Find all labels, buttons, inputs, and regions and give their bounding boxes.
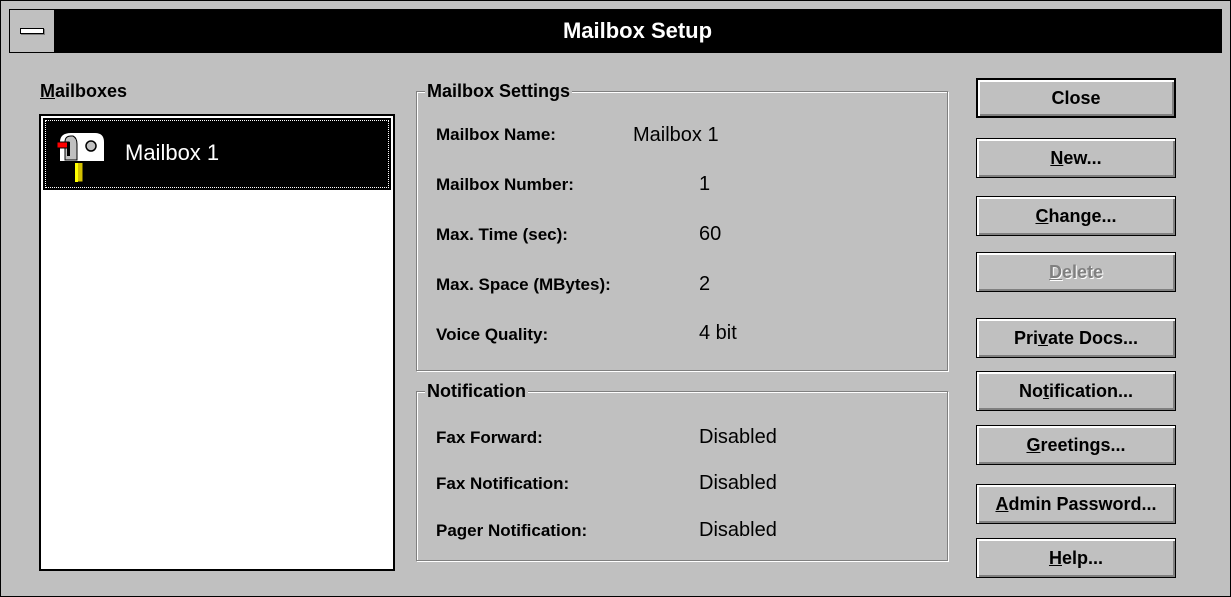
greetings-button-mnemonic: G — [1026, 435, 1041, 455]
pager-notification-label: Pager Notification: — [436, 521, 588, 540]
help-button-mnemonic: H — [1048, 548, 1062, 568]
voice-quality-label: Voice Quality: — [436, 325, 549, 344]
admin-password-button-mnemonic: A — [995, 494, 1009, 514]
max-time-label: Max. Time (sec): — [436, 225, 568, 244]
mailboxes-label-rest: ailboxes — [55, 81, 128, 101]
private-docs-button-post: ate Docs... — [1047, 328, 1139, 348]
pager-notification-value: Disabled — [699, 519, 777, 541]
system-menu-button[interactable] — [9, 9, 55, 53]
help-button-post: elp... — [1061, 548, 1103, 568]
greetings-button-post: reetings... — [1040, 435, 1126, 455]
fax-forward-label: Fax Forward: — [436, 428, 543, 447]
mailbox-name-value: Mailbox 1 — [633, 124, 719, 146]
new-button-post: ew... — [1063, 148, 1102, 168]
delete-button-mnemonic: D — [1048, 262, 1062, 282]
fax-notification-value: Disabled — [699, 472, 777, 494]
change-button-mnemonic: C — [1035, 206, 1049, 226]
list-item[interactable]: Mailbox 1 — [43, 118, 391, 190]
greetings-button[interactable]: Greetings... — [976, 425, 1176, 465]
mailboxes-listbox[interactable]: Mailbox 1 — [39, 114, 395, 571]
close-button-label: Close — [1051, 88, 1101, 108]
window-title: Mailbox Setup — [562, 18, 713, 43]
new-button-mnemonic: N — [1050, 148, 1064, 168]
private-docs-button-pre: Pri — [1013, 328, 1038, 348]
max-time-value: 60 — [699, 223, 722, 245]
delete-button[interactable]: Delete — [976, 252, 1176, 292]
mailbox-number-value: 1 — [699, 173, 711, 195]
mailboxes-label-mnemonic: M — [40, 81, 55, 101]
change-button[interactable]: Change... — [976, 196, 1176, 236]
max-space-label: Max. Space (MBytes): — [436, 275, 611, 294]
fax-notification-label: Fax Notification: — [436, 474, 570, 493]
private-docs-button-mnemonic: v — [1037, 328, 1048, 348]
title-bar[interactable]: Mailbox Setup — [9, 9, 1222, 53]
notification-title: Notification — [425, 381, 528, 402]
private-docs-button[interactable]: Private Docs... — [976, 318, 1176, 358]
help-button[interactable]: Help... — [976, 538, 1176, 578]
new-button[interactable]: New... — [976, 138, 1176, 178]
mailbox-settings-title: Mailbox Settings — [425, 81, 573, 102]
delete-button-post: elete — [1061, 262, 1104, 282]
system-menu-icon — [20, 28, 44, 34]
notification-button-pre: No — [1018, 381, 1043, 401]
admin-password-button[interactable]: Admin Password... — [976, 484, 1176, 524]
voice-quality-value: 4 bit — [699, 322, 737, 344]
notification-button[interactable]: Notification... — [976, 371, 1176, 411]
admin-password-button-post: dmin Password... — [1008, 494, 1157, 514]
list-item-label: Mailbox 1 — [125, 140, 220, 165]
mailbox-icon — [56, 131, 106, 183]
max-space-value: 2 — [699, 273, 711, 295]
change-button-post: hange... — [1048, 206, 1117, 226]
fax-forward-value: Disabled — [699, 426, 777, 448]
close-button[interactable]: Close — [976, 78, 1176, 118]
mailbox-name-label: Mailbox Name: — [436, 125, 556, 144]
mailbox-setup-dialog: Mailbox Setup Mailboxes Mailbox 1 Mailbo… — [0, 0, 1231, 597]
mailboxes-label: Mailboxes — [40, 81, 127, 102]
notification-button-post: ification... — [1048, 381, 1133, 401]
mailbox-number-label: Mailbox Number: — [436, 175, 574, 194]
